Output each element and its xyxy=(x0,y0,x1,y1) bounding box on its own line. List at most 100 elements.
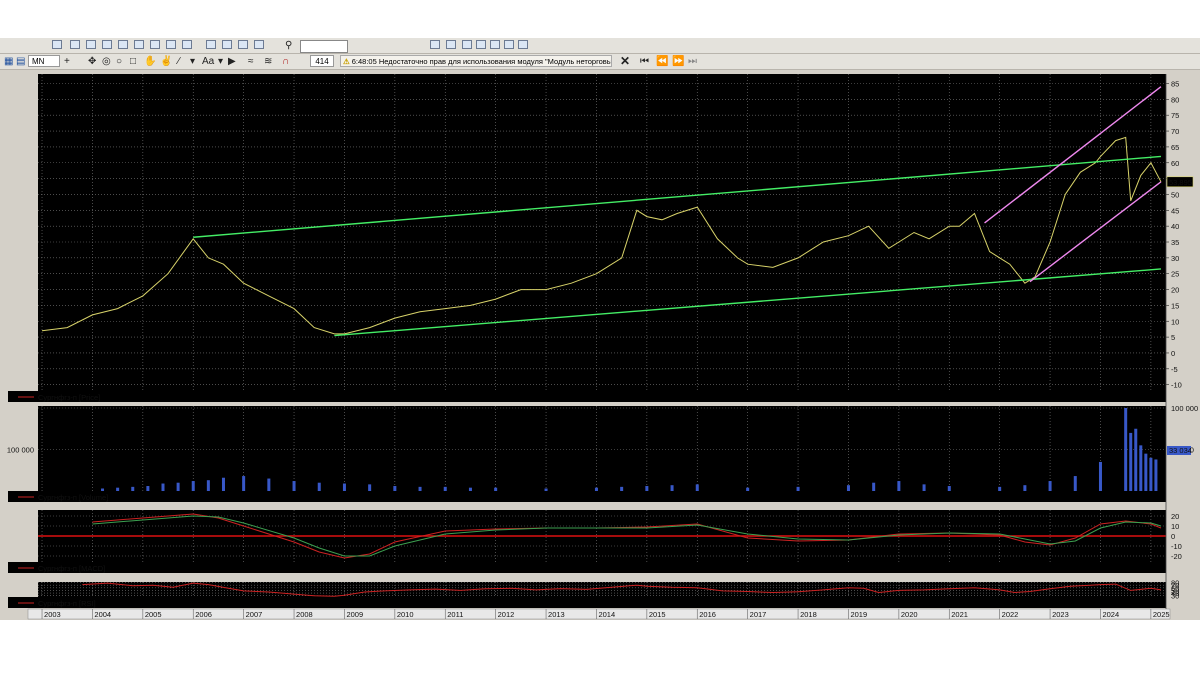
select-tool-icon[interactable]: □ xyxy=(130,54,136,69)
scroll-end-icon[interactable]: ⏭ xyxy=(688,54,697,69)
volume-bar-14 xyxy=(368,484,372,491)
volume-bar-39 xyxy=(1129,432,1133,491)
trendline-tool-icon[interactable]: ∕ xyxy=(178,54,180,69)
price-ytick-label-45: 45 xyxy=(1171,206,1179,215)
hand-tool-icon[interactable]: ✋ xyxy=(144,54,156,69)
price-last-value-label: 53,895 xyxy=(1169,178,1192,187)
trades-icon[interactable] xyxy=(118,40,128,49)
disconnect-icon[interactable] xyxy=(504,40,514,49)
volume-bar-30 xyxy=(897,481,901,491)
crosshair-icon[interactable]: + xyxy=(64,54,70,69)
export-icon[interactable] xyxy=(254,40,264,49)
macd-ytick-label-10: 10 xyxy=(1171,522,1179,531)
chart-area[interactable]: Сургнфгз-п [Price] Сургнфгз-п [Volume] Сур… xyxy=(0,70,1200,620)
scroll-start-icon[interactable]: ⏮ xyxy=(640,54,649,69)
chart-bars-icon[interactable]: ▤ xyxy=(16,54,25,69)
price-ytick-label--5: -5 xyxy=(1171,365,1178,374)
chart-canvas[interactable]: Сургнфгз-п [Price] Сургнфгз-п [Volume] Сур… xyxy=(0,70,1200,620)
timeframe-select[interactable]: MN xyxy=(28,55,60,67)
volume-bar-19 xyxy=(494,487,498,491)
volume-bar-38 xyxy=(1124,408,1128,491)
price-ytick-label-40: 40 xyxy=(1171,222,1179,231)
rsi-ytick-label-80: 80 xyxy=(1171,579,1179,588)
draw-dropdown-icon[interactable]: ▾ xyxy=(190,54,195,69)
print-icon[interactable] xyxy=(446,40,456,49)
text-tool-icon[interactable]: Aa xyxy=(202,54,214,69)
volume-bar-7 xyxy=(206,480,210,491)
macd-legend: Сургнфгз-п [MACD] xyxy=(38,564,105,573)
price-panel-background xyxy=(38,74,1166,391)
volume-bar-35 xyxy=(1048,481,1052,491)
x-tick-label-2021: 2021 xyxy=(951,610,968,619)
price-ytick-label-10: 10 xyxy=(1171,317,1179,326)
cut-icon[interactable] xyxy=(462,40,472,49)
volume-left-ytick-label: 100 000 xyxy=(7,446,34,455)
news-icon[interactable] xyxy=(166,40,176,49)
warning-text: Недостаточно прав для использования моду… xyxy=(378,57,612,66)
volume-ytick-label-0: 100 000 xyxy=(1171,404,1198,413)
connect-icon[interactable] xyxy=(490,40,500,49)
volume-bar-26 xyxy=(746,487,750,491)
limits-icon[interactable] xyxy=(150,40,160,49)
volume-panel-background xyxy=(38,406,1166,491)
volume-bar-43 xyxy=(1149,457,1153,491)
price-ytick-label-80: 80 xyxy=(1171,95,1179,104)
settings-icon[interactable] xyxy=(238,40,248,49)
search-icon[interactable]: ⚲ xyxy=(285,38,292,53)
x-tick-label-2012: 2012 xyxy=(498,610,515,619)
channel-tool-icon[interactable]: ≋ xyxy=(264,54,272,69)
macd-ytick-label--20: -20 xyxy=(1171,552,1182,561)
x-tick-label-2007: 2007 xyxy=(246,610,263,619)
scroll-forward-icon[interactable]: ⏩ xyxy=(672,54,684,69)
search-input[interactable] xyxy=(300,40,348,53)
chart-type-icon[interactable]: ▦ xyxy=(4,54,13,69)
volume-bar-9 xyxy=(242,476,246,491)
lock-icon[interactable] xyxy=(476,40,486,49)
volume-bar-17 xyxy=(443,486,447,491)
screenshot-icon[interactable] xyxy=(430,40,440,49)
move-icon[interactable]: ✥ xyxy=(88,54,96,69)
volume-bar-28 xyxy=(846,485,850,491)
target-icon[interactable]: ◎ xyxy=(102,54,111,69)
x-tick-label-2003: 2003 xyxy=(44,610,61,619)
volume-bar-21 xyxy=(594,487,598,491)
scroll-back-icon[interactable]: ⏪ xyxy=(656,54,668,69)
volume-bar-31 xyxy=(922,484,926,491)
x-tick-label-2004: 2004 xyxy=(94,610,111,619)
volume-bar-16 xyxy=(418,486,422,491)
table-icon[interactable] xyxy=(70,40,80,49)
messages-icon[interactable] xyxy=(206,40,216,49)
x-tick-label-2013: 2013 xyxy=(548,610,565,619)
chart-toolbar: ▦ ▤ MN + ✥ ◎ ○ □ ✋ ✌ ∕ ▾ Aa ▾ ▶ ≈ ≋ ∩ 41… xyxy=(0,54,1200,70)
zoom-icon[interactable]: ○ xyxy=(116,54,122,69)
volume-bar-15 xyxy=(393,486,397,491)
alerts-icon[interactable] xyxy=(222,40,232,49)
warning-message: ⚠ 6:48:05 Недостаточно прав для использов… xyxy=(340,55,612,67)
x-tick-label-2015: 2015 xyxy=(649,610,666,619)
magnet-icon[interactable]: ∩ xyxy=(282,54,289,69)
price-legend-band xyxy=(8,391,1166,402)
new-window-icon[interactable] xyxy=(52,40,62,49)
volume-bar-22 xyxy=(620,486,624,491)
text-dropdown-icon[interactable]: ▾ xyxy=(218,54,223,69)
marker-tool-icon[interactable]: ▶ xyxy=(228,54,236,69)
fib-tool-icon[interactable]: ≈ xyxy=(248,54,254,69)
macd-legend-band xyxy=(8,562,1166,573)
price-ytick-label-85: 85 xyxy=(1171,80,1179,89)
price-ytick-label-0: 0 xyxy=(1171,349,1175,358)
volume-legend: Сургнфгз-п [Volume] xyxy=(38,493,108,502)
x-tick-label-2008: 2008 xyxy=(296,610,313,619)
rsi-legend-band xyxy=(8,597,1166,608)
close-icon[interactable]: ✕ xyxy=(620,54,630,69)
window-list-icon[interactable] xyxy=(518,40,528,49)
quotes-icon[interactable] xyxy=(86,40,96,49)
warning-time: 6:48:05 xyxy=(351,57,377,66)
portfolio-icon[interactable] xyxy=(134,40,144,49)
x-tick-label-2020: 2020 xyxy=(901,610,918,619)
volume-bar-12 xyxy=(317,482,321,491)
chart-window-icon[interactable] xyxy=(182,40,192,49)
main-toolbar: ⚲ xyxy=(0,38,1200,54)
orders-icon[interactable] xyxy=(102,40,112,49)
bar-count-field[interactable]: 414 xyxy=(310,55,334,67)
pan-tool-icon[interactable]: ✌ xyxy=(160,54,172,69)
